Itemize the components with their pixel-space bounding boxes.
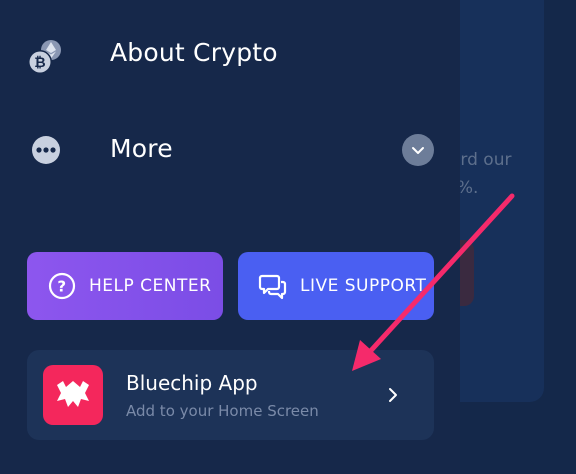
more-expand-button[interactable]: [402, 134, 434, 166]
install-app-card[interactable]: Bluechip App Add to your Home Screen: [27, 350, 434, 440]
help-center-label: HELP CENTER: [89, 276, 212, 296]
app-card-subtitle: Add to your Home Screen: [126, 402, 319, 420]
help-center-button[interactable]: ? HELP CENTER: [27, 252, 223, 320]
menu-item-more[interactable]: More: [0, 120, 460, 180]
menu-item-about-crypto[interactable]: ₿ About Crypto: [0, 24, 460, 84]
menu-item-label: More: [110, 134, 173, 163]
crypto-coins-icon: ₿: [24, 36, 68, 80]
navigation-drawer: ₿ About Crypto More ? HELP CENTER LIVE S…: [0, 0, 460, 474]
background-text-line: 5%.: [460, 178, 479, 198]
svg-text:₿: ₿: [34, 55, 45, 71]
more-dots-icon: [24, 136, 68, 180]
chat-bubbles-icon: [258, 274, 287, 300]
live-support-button[interactable]: LIVE SUPPORT: [238, 252, 434, 320]
svg-text:?: ?: [57, 278, 66, 296]
question-circle-icon: ?: [48, 272, 76, 300]
background-text-line: ard our: [460, 150, 512, 170]
background-card: [460, 0, 544, 402]
app-card-title: Bluechip App: [126, 371, 258, 395]
menu-item-label: About Crypto: [110, 38, 278, 67]
chevron-right-icon: [389, 388, 397, 402]
bluechip-logo-icon: [43, 365, 103, 425]
live-support-label: LIVE SUPPORT: [300, 276, 427, 296]
chevron-down-icon: [412, 147, 424, 154]
